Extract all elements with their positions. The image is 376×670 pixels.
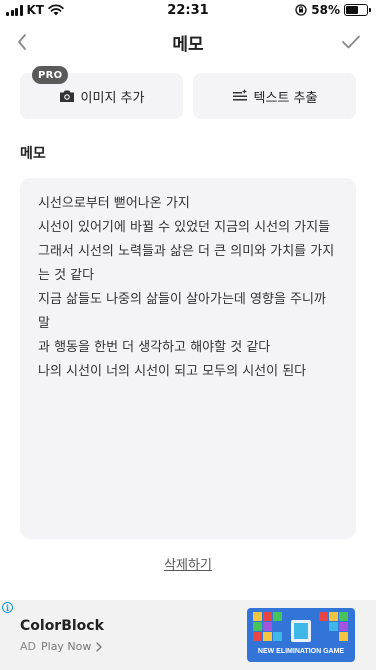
delete-button[interactable]: 삭제하기: [0, 554, 376, 573]
chevron-right-icon: [96, 641, 103, 652]
memo-line: 지금 삶들도 나중의 삶들이 살아가는데 영향을 주니까 말: [38, 292, 326, 331]
memo-line: 그래서 시선의 노력들과 삶은 더 큰 의미와 가치를 가지: [38, 244, 335, 259]
ad-cta[interactable]: AD Play Now: [20, 640, 103, 653]
battery-percent: 58%: [311, 3, 340, 17]
ad-title: ColorBlock: [20, 618, 104, 634]
status-bar: KT 22:31 58%: [0, 0, 376, 22]
memo-line: 시선으로부터 뻗어나온 가지: [38, 196, 190, 211]
camera-icon: [59, 90, 74, 102]
memo-text-area[interactable]: 시선으로부터 뻗어나온 가지 시선이 있어기에 바뀔 수 있었던 지금의 시선의…: [20, 178, 356, 539]
nav-bar: 메모: [0, 26, 376, 58]
orientation-lock-icon: [295, 4, 307, 16]
text-extract-icon: [232, 89, 247, 101]
checkmark-icon: [342, 35, 360, 49]
page-title: 메모: [172, 35, 204, 55]
pro-badge: PRO: [32, 66, 69, 84]
memo-line: 시선이 있어기에 바뀔 수 있었던 지금의 시선의 가지들: [38, 220, 331, 235]
battery-icon: [344, 4, 371, 16]
memo-section-label: 메모: [20, 146, 46, 162]
save-button[interactable]: [338, 29, 364, 55]
ad-tag: AD: [20, 640, 36, 653]
extract-text-button[interactable]: 텍스트 추출: [193, 73, 356, 119]
ad-image-caption: NEW ELIMINATION GAME: [258, 648, 345, 655]
battery-fill: [346, 6, 358, 14]
add-image-label: 이미지 추가: [80, 90, 145, 106]
memo-line: 나의 시선이 너의 시선이 되고 모두의 시선이 된다: [38, 364, 307, 379]
ad-game-image[interactable]: NEW ELIMINATION GAME: [247, 608, 355, 662]
ad-banner[interactable]: i ColorBlock AD Play Now NEW ELIMINATION…: [0, 600, 376, 670]
extract-text-label: 텍스트 추출: [253, 90, 318, 106]
memo-line: 과 행동을 한번 더 생각하고 해야할 것 같다: [38, 340, 271, 355]
ad-cta-label: Play Now: [41, 640, 92, 653]
ad-info-icon[interactable]: i: [2, 602, 13, 613]
memo-line: 는 것 같다: [38, 268, 95, 283]
status-right: 58%: [295, 3, 371, 17]
